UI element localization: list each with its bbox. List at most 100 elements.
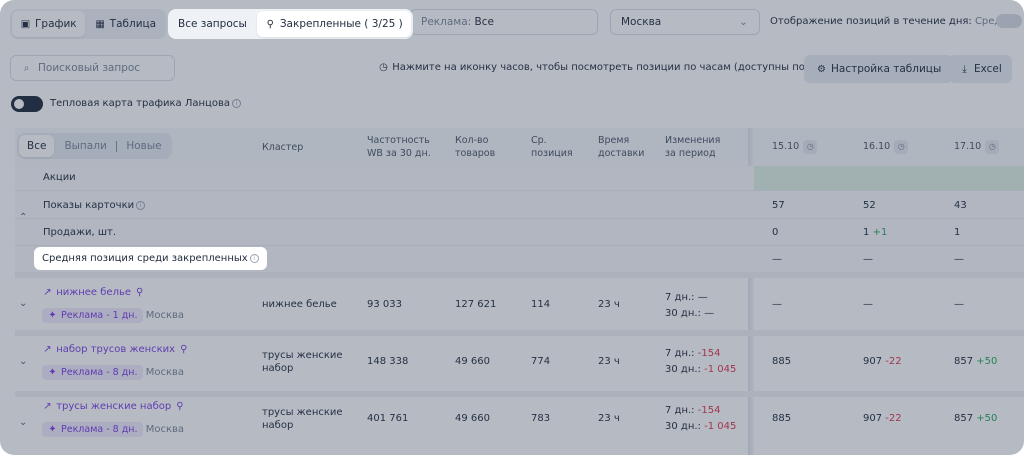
views-value: 57 (772, 200, 785, 211)
clock-icon[interactable]: ◷ (803, 140, 818, 154)
day-positions-toggle[interactable] (996, 14, 1022, 28)
table-row[interactable]: ⌄ ↗ нижнее белье ⚲ ✦ Реклама - 1 дн. Моск… (15, 278, 1024, 330)
tab-all-queries[interactable]: Все запросы (170, 11, 255, 37)
pin-icon[interactable]: ⚲ (174, 401, 185, 412)
info-icon: i (136, 200, 146, 210)
search-input[interactable]: ⌕ Поисковый запрос (10, 55, 175, 81)
day-positions: Отображение позиций в течение дня: Средн… (770, 16, 1020, 27)
date-cell: — (772, 299, 782, 310)
date-cell: — (863, 299, 873, 310)
pin-icon[interactable]: ⚲ (134, 287, 145, 298)
table-icon: ▦ (95, 18, 105, 30)
col-freq[interactable]: Частотность WB за 30 дн. (367, 134, 431, 160)
freq-cell: 93 033 (367, 299, 402, 310)
query-tabs: Все запросы ⚲ Закрепленные ( 3/25 ) (168, 9, 413, 39)
view-switch: ▣ График ▦ Таблица (10, 9, 167, 39)
pin-icon: ⚲ (266, 18, 274, 30)
cluster-cell: нижнее белье (262, 299, 337, 310)
views-value: 43 (954, 200, 967, 211)
col-cluster[interactable]: Кластер (262, 141, 303, 154)
change-30d: 30 дн.: -1 045 (665, 421, 737, 432)
col-delivery[interactable]: Время доставки (598, 134, 644, 160)
table-view-button[interactable]: ▦ Таблица (87, 11, 164, 37)
excel-button[interactable]: ⤓ Excel (949, 55, 1012, 83)
external-link-icon: ↗ (43, 287, 52, 298)
sales-label: Продажи, шт. (43, 227, 117, 238)
sparkle-icon: ✦ (48, 310, 57, 321)
views-label: Показы карточки i (43, 200, 146, 211)
date-cell: 885 (772, 356, 792, 367)
ad-badge: ✦ Реклама - 8 дн. (42, 422, 143, 437)
filter-dropped-new: Выпали | Новые (64, 140, 162, 152)
change-30d: 30 дн.: — (665, 308, 715, 319)
avgpos-cell: 783 (531, 413, 551, 424)
col-goods[interactable]: Кол-во товаров (455, 134, 495, 160)
row-filter: Все Выпали | Новые (17, 133, 172, 159)
date-cell: — (954, 299, 964, 310)
freq-cell: 148 338 (367, 356, 409, 367)
clock-icon[interactable]: ◷ (985, 140, 1000, 154)
date-cell: 857 +50 (954, 413, 998, 424)
filter-new[interactable]: Новые (126, 140, 161, 152)
sales-value: 1 +1 (863, 227, 888, 238)
date-cell: 857 +50 (954, 356, 998, 367)
chart-icon: ▣ (20, 18, 31, 30)
filter-all[interactable]: Все (19, 135, 55, 157)
app-window: ▣ График ▦ Таблица Реклама: Все Москва ⌄ О… (0, 0, 1024, 455)
cluster-cell: трусы женские набор (262, 407, 343, 431)
sparkle-icon: ✦ (48, 424, 57, 435)
avgpin-label: Средняя позиция среди закрепленных i (34, 247, 267, 270)
date-col-2: 16.10 ◷ (863, 140, 909, 154)
hint-text: ◷ Нажмите на иконку часов, чтобы посмотр… (379, 62, 851, 73)
sparkle-icon: ✦ (48, 367, 57, 378)
change-7d: 7 дн.: — (665, 292, 708, 303)
expand-icon[interactable]: ⌄ (19, 417, 27, 428)
table-row[interactable]: ⌄ ↗ трусы женские набор ⚲ ✦ Реклама - 8 д… (15, 397, 1024, 455)
ad-badge: ✦ Реклама - 8 дн. (42, 365, 143, 380)
ad-info: ✦ Реклама - 8 дн. Москва (42, 365, 184, 380)
heatmap-toggle[interactable] (11, 96, 43, 112)
delivery-cell: 23 ч (598, 413, 620, 424)
ad-badge: ✦ Реклама - 1 дн. (42, 308, 143, 323)
info-icon: i (232, 98, 241, 108)
table-settings-button[interactable]: ⚙ Настройка таблицы (804, 55, 954, 83)
search-icon: ⌕ (23, 62, 30, 74)
filter-dropped[interactable]: Выпали (64, 140, 106, 152)
freq-cell: 401 761 (367, 413, 409, 424)
data-rows: ⌄ ↗ нижнее белье ⚲ ✦ Реклама - 1 дн. Моск… (15, 278, 1024, 455)
col-avgpos[interactable]: Ср. позиция (531, 134, 573, 160)
heatmap-label: Тепловая карта трафика Ланцова i (50, 98, 241, 109)
ads-select[interactable]: Реклама: Все (410, 9, 598, 35)
expand-icon[interactable]: ⌄ (19, 298, 27, 309)
date-col-3: 17.10 ◷ (954, 140, 1000, 154)
change-7d: 7 дн.: -154 (665, 348, 721, 359)
query-link[interactable]: ↗ трусы женские набор ⚲ (42, 401, 185, 412)
query-link[interactable]: ↗ набор трусов женских ⚲ (42, 344, 189, 355)
divider (15, 190, 1024, 191)
date-cell: 907 -22 (863, 356, 902, 367)
table-row[interactable]: ⌄ ↗ набор трусов женских ⚲ ✦ Реклама - 8 … (15, 336, 1024, 391)
city-select[interactable]: Москва ⌄ (610, 9, 760, 35)
date-col-1: 15.10 ◷ (772, 140, 818, 154)
promo-strip (754, 166, 1024, 190)
avgpos-cell: 774 (531, 356, 551, 367)
ad-info: ✦ Реклама - 1 дн. Москва (42, 308, 184, 323)
gear-icon: ⚙ (817, 63, 826, 75)
change-30d: 30 дн.: -1 045 (665, 364, 737, 375)
ad-info: ✦ Реклама - 8 дн. Москва (42, 422, 184, 437)
date-cell: 885 (772, 413, 792, 424)
query-link[interactable]: ↗ нижнее белье ⚲ (42, 287, 145, 298)
divider (15, 245, 1024, 246)
tab-pinned[interactable]: ⚲ Закрепленные ( 3/25 ) (256, 11, 411, 37)
goods-cell: 49 660 (455, 413, 490, 424)
delivery-cell: 23 ч (598, 356, 620, 367)
external-link-icon: ↗ (43, 344, 52, 355)
col-changes[interactable]: Изменения за период (665, 134, 720, 160)
clock-icon[interactable]: ◷ (894, 140, 909, 154)
promos-label: Акции (43, 172, 76, 183)
pin-icon[interactable]: ⚲ (178, 344, 189, 355)
sales-value: 0 (772, 227, 779, 238)
chart-view-button[interactable]: ▣ График (12, 11, 85, 37)
info-icon: i (249, 254, 259, 263)
expand-icon[interactable]: ⌄ (19, 356, 27, 367)
